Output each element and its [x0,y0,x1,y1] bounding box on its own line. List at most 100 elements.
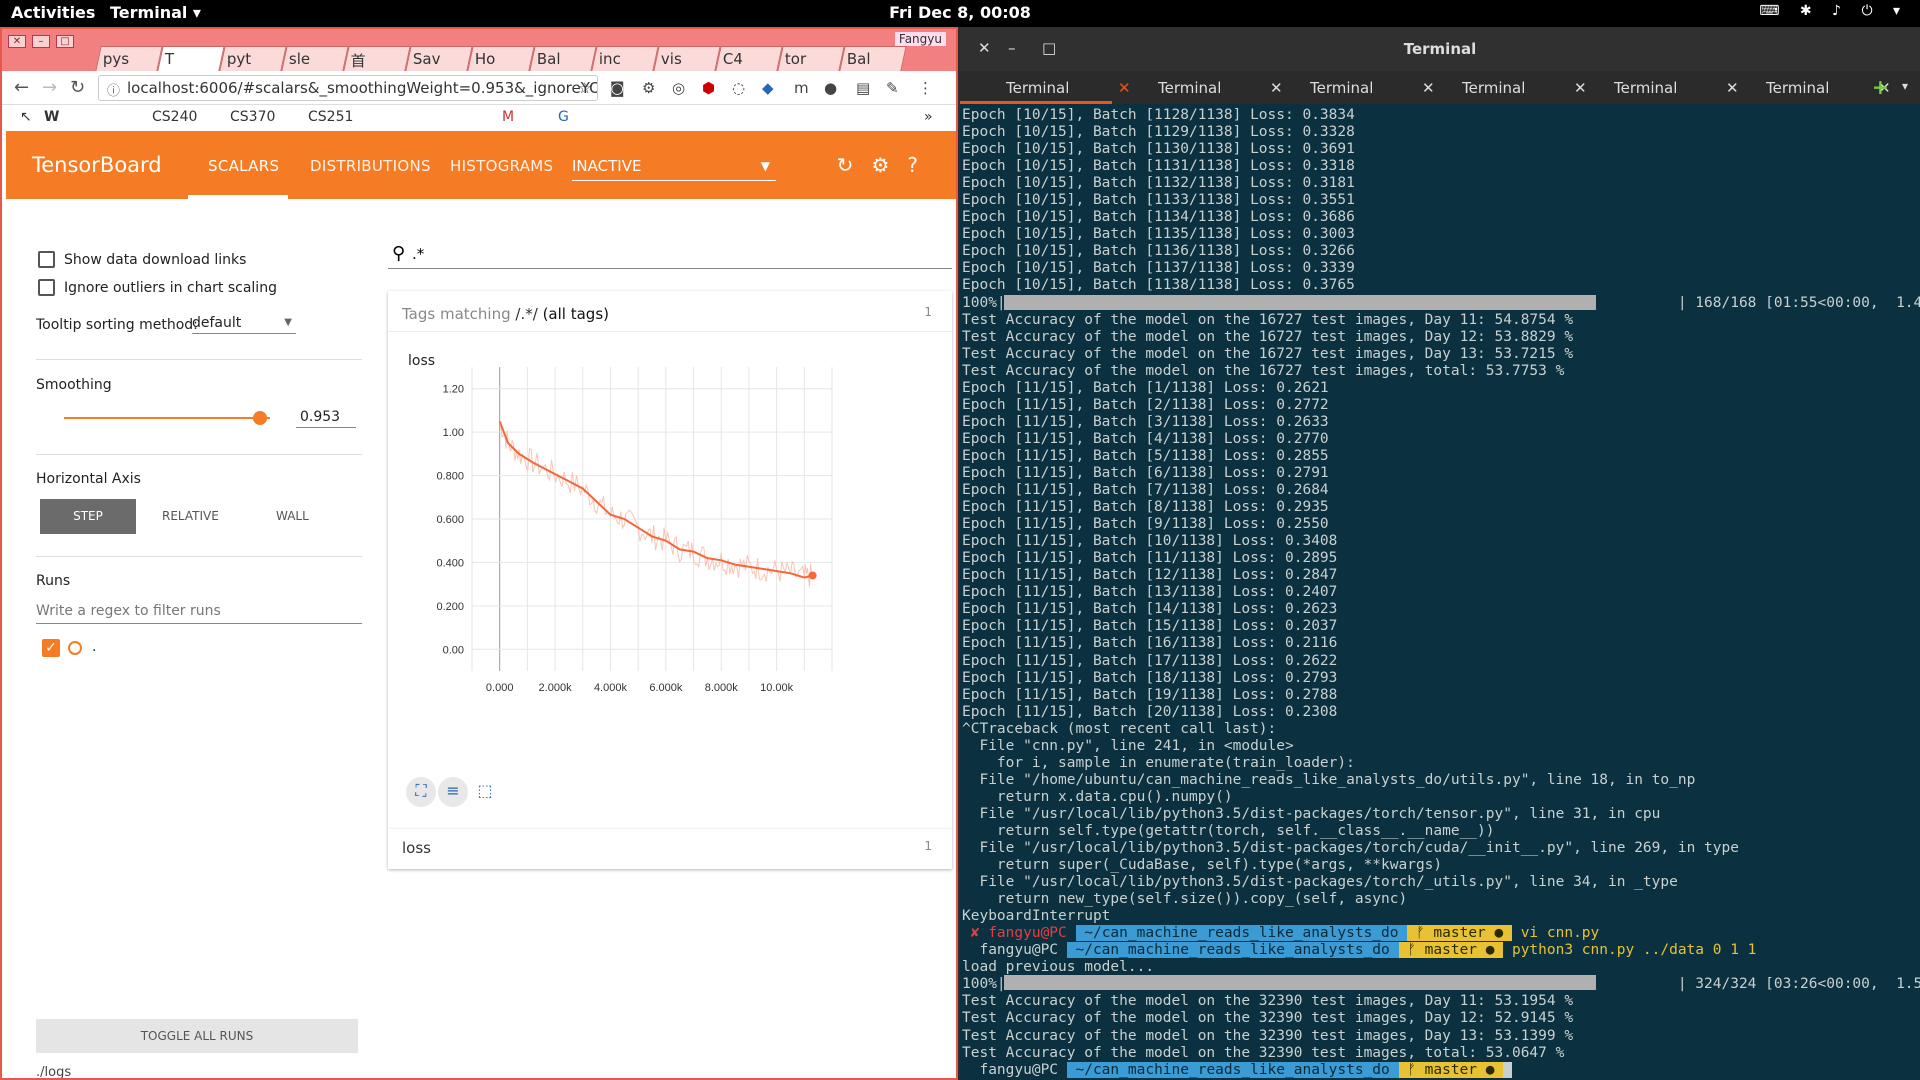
terminal-tab[interactable]: Terminal ✕ [1158,79,1308,97]
show-download-checkbox[interactable] [38,251,55,268]
fit-domain-icon[interactable]: ⬚ [470,777,500,807]
terminal-tab[interactable]: Terminal ✕ [1006,79,1156,97]
extension-icon[interactable]: ▤ [856,79,870,97]
log-scale-icon[interactable]: ≡ [438,777,468,807]
bookmark-item[interactable]: CS251 [308,109,353,125]
settings-icon[interactable]: ⚙ [871,153,907,177]
smoothing-slider[interactable] [64,417,270,419]
close-tab-icon[interactable]: ✕ [1422,79,1435,97]
refresh-icon[interactable]: ↻ [837,153,872,177]
terminal-tab[interactable]: Terminal ✕ [1462,79,1612,97]
terminal-window: ✕ – □ Terminal Terminal ✕ Terminal ✕ Termina… [960,27,1920,1080]
prompt-path: ~/can_machine_reads_like_analysts_do [1075,925,1408,942]
terminal-line: Epoch [10/15], Batch [1135/1138] Loss: 0… [962,226,1355,243]
app-menu[interactable]: Terminal ▾ [110,3,201,22]
forward-icon[interactable]: → [42,77,57,98]
terminal-line: Epoch [11/15], Batch [6/1138] Loss: 0.27… [962,464,1329,481]
extension-icon[interactable]: ⚙ [642,79,655,97]
browser-tab[interactable]: inc [591,46,659,71]
browser-tab[interactable]: Sav [405,46,473,71]
wall-button[interactable]: WALL [276,509,309,523]
help-icon[interactable]: ? [907,153,936,177]
ignore-outliers-checkbox[interactable] [38,279,55,296]
new-tab-icon[interactable]: + [1872,75,1889,99]
step-button[interactable]: STEP [40,499,136,534]
relative-button[interactable]: RELATIVE [162,509,219,523]
bookmark-item[interactable]: G [558,109,569,125]
browser-tab[interactable]: vis [653,46,721,71]
group-count: 1 [924,839,932,853]
smoothing-slider-handle[interactable] [253,411,268,425]
terminal-line: Epoch [11/15], Batch [10/1138] Loss: 0.3… [962,533,1338,550]
scalar-group-card[interactable]: loss 1 [388,829,952,869]
terminal-tab[interactable]: Terminal ✕ [1614,79,1764,97]
extension-icon[interactable]: ◌ [732,79,745,97]
tag-search-input[interactable]: ⚲ .* [388,239,952,269]
browser-tab[interactable]: C4 [715,46,783,71]
bookmark-icon[interactable]: ↖ [20,109,32,125]
extension-icon[interactable]: m [794,79,809,97]
adblock-icon[interactable]: ⬢ [702,79,715,97]
maximize-icon[interactable]: □ [56,35,74,48]
close-tab-icon[interactable]: ✕ [1726,79,1739,97]
terminal-tab[interactable]: Terminal ✕ [1766,79,1916,97]
run-color-icon[interactable] [68,641,82,655]
toggle-all-runs-button[interactable]: TOGGLE ALL RUNS [36,1019,358,1053]
browser-tab[interactable]: T [157,46,225,71]
run-checkbox[interactable]: ✓ [42,639,60,657]
divider [36,454,362,455]
close-tab-icon[interactable]: ✕ [1270,79,1283,97]
bookmark-item[interactable]: CS240 [152,109,197,125]
browser-tab[interactable]: Bal [529,46,597,71]
runs-filter-input[interactable]: Write a regex to filter runs [36,603,362,624]
minimize-icon[interactable]: – [32,35,50,48]
back-icon[interactable]: ← [14,77,29,98]
close-icon[interactable]: ✕ [8,35,26,48]
tooltip-sorting-select[interactable]: default ▼ [192,313,296,334]
smoothing-input[interactable]: 0.953 [296,407,356,428]
bookmark-item[interactable]: W [44,109,59,125]
tab-list-icon[interactable]: ▾ [1902,79,1908,93]
prompt-branch: ᚠ master ● [1398,942,1504,959]
bookmark-overflow[interactable]: » [924,109,933,125]
browser-tab[interactable]: pys [95,46,163,71]
bookmark-item[interactable]: CS370 [230,109,275,125]
tab-histograms[interactable]: HISTOGRAMS [450,157,553,175]
terminal-line: Epoch [10/15], Batch [1133/1138] Loss: 0… [962,192,1355,209]
browser-tab[interactable]: sle [281,46,349,71]
bookmark-item[interactable]: M [502,109,514,125]
extension-icon[interactable]: ✎ [886,79,899,97]
terminal-line: Test Accuracy of the model on the 32390 … [962,1044,1565,1061]
terminal-output[interactable]: Epoch [10/15], Batch [1128/1138] Loss: 0… [962,107,1920,1079]
github-icon[interactable]: ● [824,79,837,97]
tab-scalars[interactable]: SCALARS [208,157,279,175]
terminal-line: Epoch [11/15], Batch [11/1138] Loss: 0.2… [962,550,1338,567]
browser-tab[interactable]: pyt [219,46,287,71]
inactive-dropdown[interactable]: INACTIVE ▼ [572,151,776,181]
y-tick-label: 0.400 [436,557,464,569]
activities-button[interactable]: Activities [11,3,95,22]
prompt-user: fangyu@PC [962,942,1067,959]
terminal-line: Epoch [11/15], Batch [4/1138] Loss: 0.27… [962,430,1329,447]
profile-badge[interactable]: Fangyu [894,32,946,46]
pocket-icon[interactable]: ◙ [610,79,625,97]
reload-icon[interactable]: ↻ [70,77,85,98]
clock[interactable]: Fri Dec 8, 00:08 [0,3,1920,22]
star-icon[interactable]: ☆ [578,79,591,97]
close-tab-icon[interactable]: ✕ [1574,79,1587,97]
browser-tab[interactable]: 首 [343,46,411,71]
fullscreen-icon[interactable]: ⛶ [406,777,436,807]
chrome-icon[interactable]: ◎ [672,79,685,97]
address-bar[interactable]: ⓘ localhost:6006/#scalars&_smoothingWeigh… [98,75,598,101]
browser-tab[interactable]: Ho [467,46,535,71]
loss-chart[interactable]: 0.000 2.000k 4.000k 6.000k 8.000k 10.00k 0.00… [388,341,952,771]
browser-tab[interactable]: tor [777,46,845,71]
browser-tab[interactable]: Bal [839,46,907,71]
tensorboard-logo[interactable]: TensorBoard [32,153,162,177]
extension-icon[interactable]: ◆ [762,79,774,97]
system-tray[interactable]: ⌨ ✱ ♪ ⏻ ▾ [1759,3,1908,19]
tab-distributions[interactable]: DISTRIBUTIONS [310,157,431,175]
terminal-tab[interactable]: Terminal ✕ [1310,79,1460,97]
menu-icon[interactable]: ⋮ [918,79,933,97]
close-tab-icon[interactable]: ✕ [1118,79,1131,97]
